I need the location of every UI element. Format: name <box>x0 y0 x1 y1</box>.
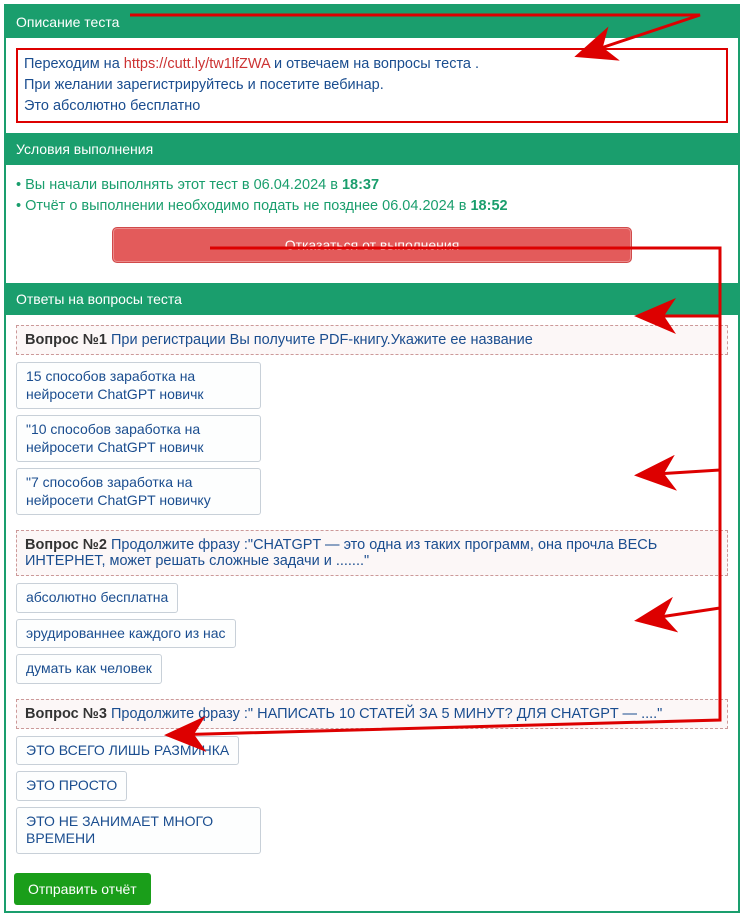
answers-body: Вопрос №1 При регистрации Вы получите PD… <box>6 315 738 867</box>
conditions-body: • Вы начали выполнять этот тест в 06.04.… <box>6 165 738 277</box>
description-body: Переходим на https://cutt.ly/tw1lfZWA и … <box>6 38 738 133</box>
question-number-2: Вопрос №2 <box>25 537 107 553</box>
description-highlight-box: Переходим на https://cutt.ly/tw1lfZWA и … <box>16 48 728 123</box>
desc-text-2: При желании зарегистрируйтесь и посетите… <box>24 77 384 93</box>
question-box-3: Вопрос №3 Продолжите фразу :" НАПИСАТЬ 1… <box>16 699 728 729</box>
q3-option-2[interactable]: ЭТО ПРОСТО <box>16 771 127 801</box>
q3-option-1[interactable]: ЭТО ВСЕГО ЛИШЬ РАЗМИНКА <box>16 736 239 766</box>
question-text-2: Продолжите фразу :"CHATGPT — это одна из… <box>25 537 657 569</box>
condition-due: • Отчёт о выполнении необходимо подать н… <box>16 196 728 217</box>
q2-option-3[interactable]: думать как человек <box>16 654 162 684</box>
question-number-3: Вопрос №3 <box>25 706 107 722</box>
cond-start-time: 18:37 <box>342 177 379 193</box>
cond-due-time: 18:52 <box>470 198 507 214</box>
question-box-2: Вопрос №2 Продолжите фразу :"CHATGPT — э… <box>16 530 728 576</box>
q1-option-2[interactable]: "10 способов заработка на нейросети Chat… <box>16 415 261 462</box>
q1-option-1[interactable]: 15 способов заработка на нейросети ChatG… <box>16 362 261 409</box>
condition-start: • Вы начали выполнять этот тест в 06.04.… <box>16 175 728 196</box>
section-header-answers: Ответы на вопросы теста <box>6 283 738 315</box>
section-header-conditions: Условия выполнения <box>6 133 738 165</box>
refuse-button[interactable]: Отказаться от выполнения <box>112 227 632 263</box>
question-number-1: Вопрос №1 <box>25 332 107 348</box>
q2-option-1[interactable]: абсолютно бесплатна <box>16 583 178 613</box>
question-box-1: Вопрос №1 При регистрации Вы получите PD… <box>16 325 728 355</box>
question-text-1: При регистрации Вы получите PDF-книгу.Ук… <box>107 332 533 348</box>
q2-option-2[interactable]: эрудированнее каждого из нас <box>16 619 236 649</box>
desc-text-1b: и отвечаем на вопросы теста . <box>270 56 479 72</box>
question-text-3: Продолжите фразу :" НАПИСАТЬ 10 СТАТЕЙ З… <box>107 706 662 722</box>
cond-start-prefix: • Вы начали выполнять этот тест в 06.04.… <box>16 177 342 193</box>
desc-text-1a: Переходим на <box>24 56 124 72</box>
section-header-description: Описание теста <box>6 6 738 38</box>
q3-option-3[interactable]: ЭТО НЕ ЗАНИМАЕТ МНОГО ВРЕМЕНИ <box>16 807 261 854</box>
desc-text-3: Это абсолютно бесплатно <box>24 98 200 114</box>
desc-link[interactable]: https://cutt.ly/tw1lfZWA <box>124 56 270 72</box>
submit-report-button[interactable]: Отправить отчёт <box>14 873 151 905</box>
q1-option-3[interactable]: "7 способов заработка на нейросети ChatG… <box>16 468 261 515</box>
cond-due-prefix: • Отчёт о выполнении необходимо подать н… <box>16 198 470 214</box>
